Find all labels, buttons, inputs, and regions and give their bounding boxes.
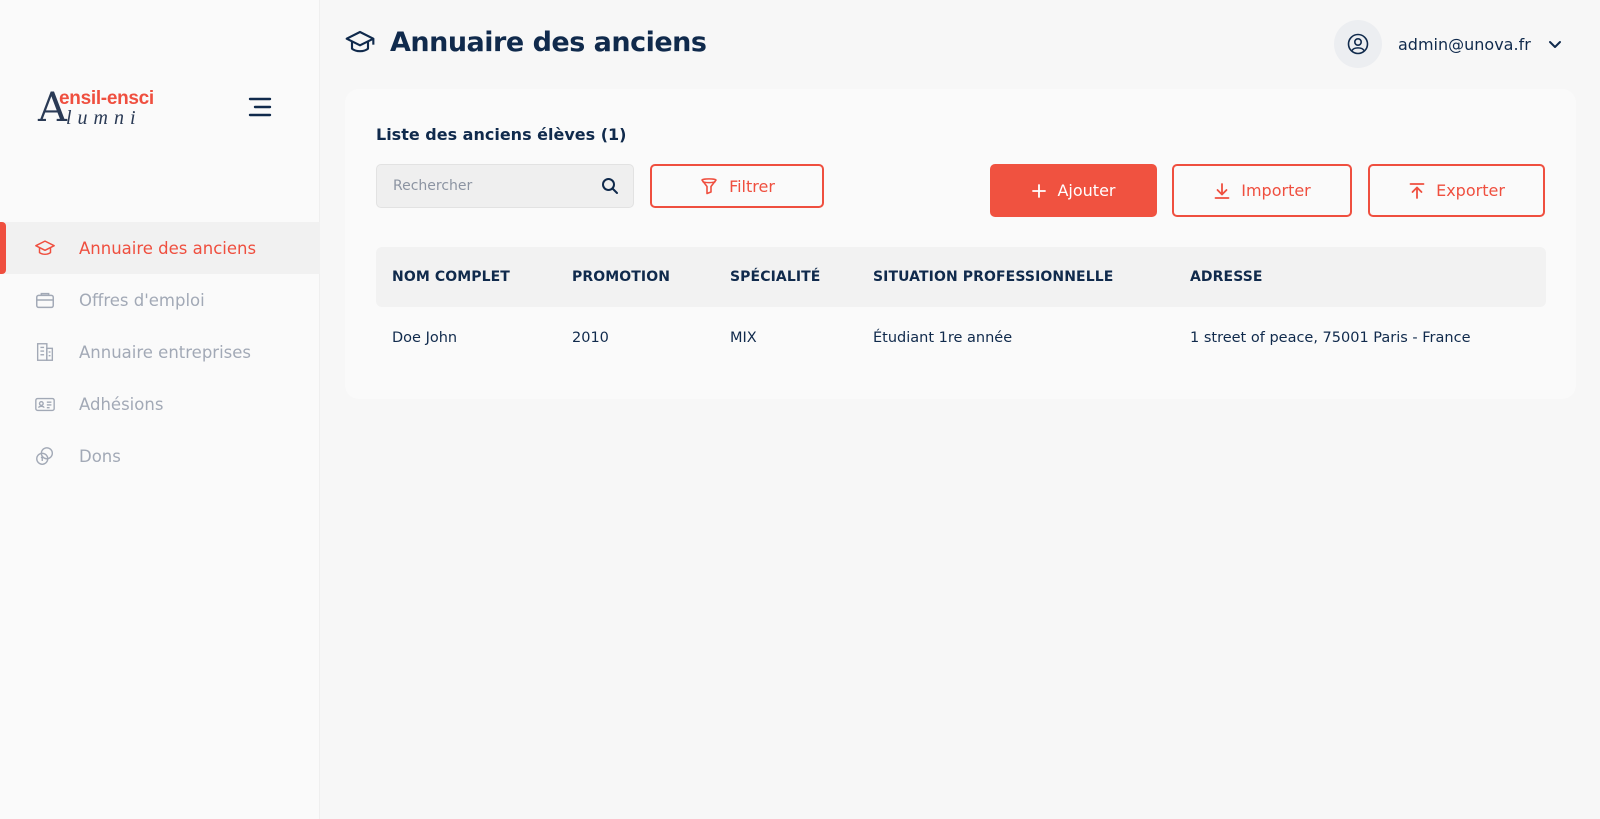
column-header[interactable]: SITUATION PROFESSIONNELLE <box>873 269 1113 285</box>
import-label: Importer <box>1241 181 1311 200</box>
avatar <box>1334 20 1382 68</box>
search-input[interactable] <box>377 165 587 207</box>
download-icon <box>1213 182 1231 200</box>
graduation-cap-icon <box>344 26 376 58</box>
alumni-table: NOM COMPLET PROMOTION SPÉCIALITÉ SITUATI… <box>376 247 1546 369</box>
filter-label: Filtrer <box>729 176 775 196</box>
alumni-list-card: Liste des anciens élèves (1) Filtrer Ajo… <box>345 89 1576 399</box>
add-label: Ajouter <box>1057 181 1116 200</box>
coins-icon <box>34 445 56 467</box>
page-title: Annuaire des anciens <box>390 26 707 58</box>
chevron-down-icon[interactable] <box>1547 36 1563 52</box>
table-row[interactable]: Doe John 2010 MIX Étudiant 1re année 1 s… <box>376 307 1546 369</box>
cell-specialite: MIX <box>730 330 757 346</box>
user-circle-icon <box>1347 33 1369 55</box>
building-icon <box>34 341 56 363</box>
sidebar-item-dons[interactable]: Dons <box>0 430 320 482</box>
sidebar-item-label: Dons <box>79 446 121 466</box>
export-label: Exporter <box>1436 181 1505 200</box>
column-header[interactable]: ADRESSE <box>1190 269 1263 285</box>
sidebar-item-adhesions[interactable]: Adhésions <box>0 378 320 430</box>
sidebar-item-annuaire-entreprises[interactable]: Annuaire entreprises <box>0 326 320 378</box>
sidebar-item-label: Annuaire entreprises <box>79 342 252 362</box>
table-header: NOM COMPLET PROMOTION SPÉCIALITÉ SITUATI… <box>376 247 1546 307</box>
filter-button[interactable]: Filtrer <box>650 164 824 208</box>
sidebar-item-label: Offres d'emploi <box>79 290 205 310</box>
add-button[interactable]: Ajouter <box>990 164 1157 217</box>
column-header[interactable]: PROMOTION <box>572 269 670 285</box>
menu-toggle-icon[interactable] <box>246 96 274 120</box>
sidebar-item-offres-emploi[interactable]: Offres d'emploi <box>0 274 320 326</box>
page-header: Annuaire des anciens <box>344 26 707 58</box>
cell-nom: Doe John <box>392 330 458 346</box>
plus-icon <box>1031 183 1047 199</box>
sidebar-item-label: Adhésions <box>79 394 164 414</box>
search-icon[interactable] <box>601 177 619 195</box>
cell-promotion: 2010 <box>572 330 609 346</box>
id-card-icon <box>34 393 56 415</box>
logo-bottom-text: lumni <box>66 107 142 129</box>
export-button[interactable]: Exporter <box>1368 164 1545 217</box>
import-button[interactable]: Importer <box>1172 164 1352 217</box>
graduation-cap-icon <box>34 237 56 259</box>
column-header[interactable]: NOM COMPLET <box>392 269 510 285</box>
card-title: Liste des anciens élèves (1) <box>376 125 627 144</box>
sidebar-item-annuaire-anciens[interactable]: Annuaire des anciens <box>0 222 320 274</box>
sidebar-nav: Annuaire des anciens Offres d'emploi Ann… <box>0 222 320 482</box>
user-menu[interactable]: admin@unova.fr <box>1334 20 1563 68</box>
upload-icon <box>1408 182 1426 200</box>
sidebar: A ensil-ensci lumni Annuaire des anciens <box>0 0 320 819</box>
user-email: admin@unova.fr <box>1398 34 1531 54</box>
column-header[interactable]: SPÉCIALITÉ <box>730 269 820 285</box>
logo[interactable]: A ensil-ensci lumni <box>38 86 158 132</box>
sidebar-item-label: Annuaire des anciens <box>79 238 257 258</box>
briefcase-icon <box>34 289 56 311</box>
filter-icon <box>699 176 719 196</box>
cell-situation: Étudiant 1re année <box>873 330 1013 346</box>
search-box <box>376 164 634 208</box>
cell-adresse: 1 street of peace, 75001 Paris - France <box>1190 330 1471 346</box>
